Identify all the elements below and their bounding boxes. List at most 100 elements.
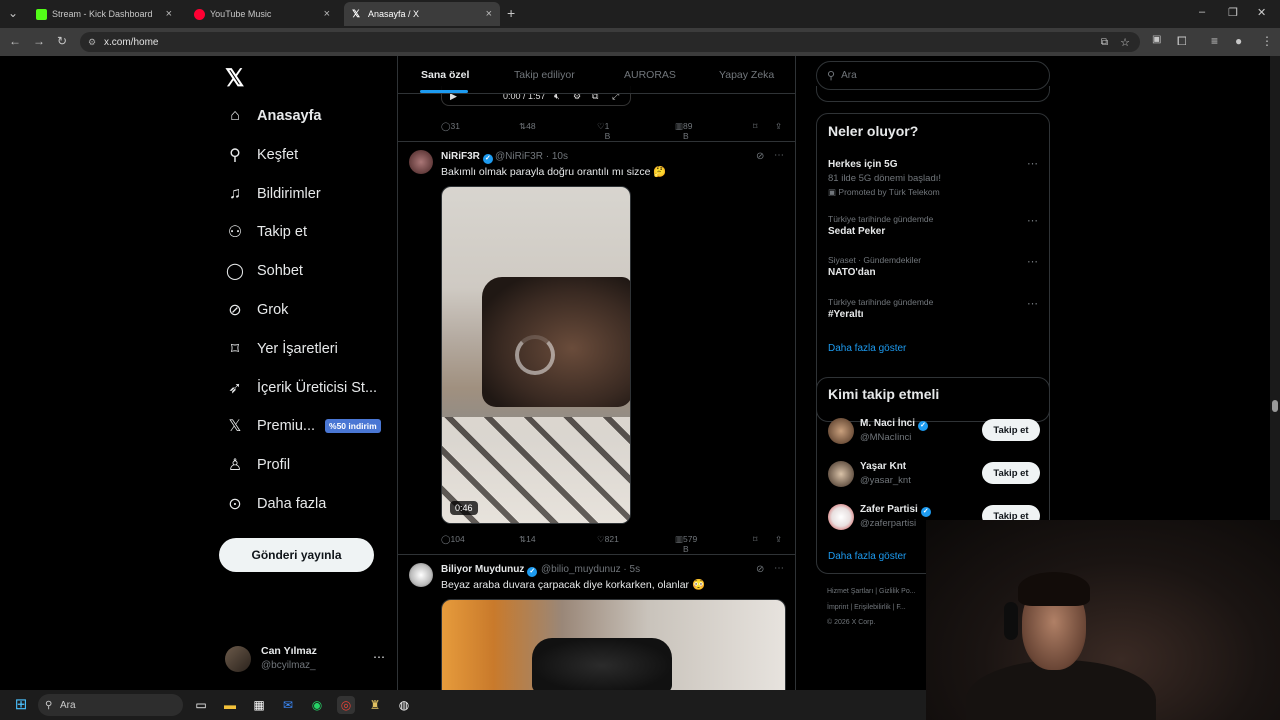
- trend-item[interactable]: Türkiye tarihinde gündemde Sedat Peker ⋯: [828, 214, 1038, 237]
- follow-button[interactable]: Takip et: [982, 419, 1040, 441]
- address-bar[interactable]: ⚙ x.com/home ⧉ ☆: [80, 32, 1140, 52]
- task-view-icon[interactable]: ▭: [192, 696, 210, 714]
- tab-x-home[interactable]: 𝕏 Anasayfa / X ×: [344, 2, 500, 26]
- reply-count: 104: [450, 534, 465, 544]
- tab-auroras[interactable]: AURORAS: [624, 69, 676, 81]
- views-button[interactable]: ▥ 579 B: [675, 534, 697, 554]
- minimize-icon[interactable]: –: [1199, 6, 1205, 18]
- suggestion-name: M. Naci İnci ✓: [860, 418, 929, 431]
- like-button[interactable]: ♡ 821: [597, 534, 619, 545]
- share-icon[interactable]: ⇪: [775, 121, 782, 132]
- profile-avatar-icon[interactable]: ●: [1235, 34, 1242, 48]
- mail-icon[interactable]: ✉: [279, 696, 297, 714]
- footer-links[interactable]: İmprint | Erişilebilirlik | F...: [827, 604, 906, 611]
- extensions-puzzle-icon[interactable]: ⧠: [1177, 34, 1187, 49]
- share-icon[interactable]: ⇪: [775, 534, 782, 545]
- chrome-icon[interactable]: ◎: [337, 696, 355, 714]
- repost-button[interactable]: ⇅ 48: [519, 121, 536, 132]
- nav-grok[interactable]: ⊘ Grok: [225, 295, 288, 325]
- taskbar-search[interactable]: ⚲ Ara: [38, 694, 183, 716]
- tab-kick[interactable]: Stream - Kick Dashboard ×: [28, 2, 180, 26]
- show-more-suggestions-link[interactable]: Daha fazla göster: [828, 551, 906, 562]
- forward-icon[interactable]: →: [33, 34, 45, 48]
- tab-list-icon[interactable]: ⌄: [8, 6, 18, 20]
- nav-notifications[interactable]: ♫ Bildirimler: [225, 179, 321, 209]
- tweet-author-name[interactable]: Biliyor Muydunuz ✓: [441, 564, 538, 577]
- nav-more[interactable]: ⊙ Daha fazla: [225, 489, 326, 519]
- footer-links[interactable]: Hizmet Şartları | Gizlilik Po...: [827, 588, 916, 595]
- site-info-icon[interactable]: ⚙: [88, 37, 96, 48]
- views-button[interactable]: ▥ 89 B: [675, 121, 693, 141]
- tab-youtube-music[interactable]: YouTube Music ×: [186, 2, 338, 26]
- whatsapp-icon[interactable]: ◉: [308, 696, 326, 714]
- trend-item[interactable]: Herkes için 5G 81 ilde 5G dönemi başladı…: [828, 157, 1038, 198]
- reply-button[interactable]: ◯ 104: [441, 534, 465, 545]
- reload-icon[interactable]: ↻: [57, 34, 67, 48]
- more-icon[interactable]: ⋯: [774, 563, 784, 574]
- nav-bookmarks[interactable]: ⌑ Yer İşaretleri: [225, 334, 338, 364]
- windows-start-icon[interactable]: ⊞: [12, 696, 30, 714]
- nav-creator-studio[interactable]: ➶ İçerik Üreticisi St...: [225, 373, 377, 403]
- car-image: [482, 277, 630, 407]
- account-switcher[interactable]: Can Yılmaz @bcyilmaz_ ⋯: [225, 642, 395, 678]
- tab-following[interactable]: Takip ediliyor: [514, 69, 575, 81]
- more-icon[interactable]: ⋯: [1027, 214, 1038, 227]
- avatar[interactable]: [409, 563, 433, 587]
- follow-suggestion[interactable]: M. Naci İnci ✓ @MNacIinci Takip et: [828, 416, 1040, 446]
- app-icon[interactable]: ♜: [366, 696, 384, 714]
- like-button[interactable]: ♡ 1 B: [597, 121, 610, 141]
- close-icon[interactable]: ×: [166, 8, 172, 20]
- tab-for-you[interactable]: Sana özel: [421, 69, 469, 81]
- more-icon[interactable]: ⋯: [1027, 255, 1038, 268]
- repost-button[interactable]: ⇅ 14: [519, 534, 536, 545]
- new-tab-icon[interactable]: +: [507, 5, 515, 21]
- more-icon[interactable]: ⋯: [1027, 157, 1038, 170]
- follow-button[interactable]: Takip et: [982, 462, 1040, 484]
- more-icon[interactable]: ⋯: [1027, 297, 1038, 310]
- tweet-author-handle[interactable]: @NiRiF3R · 10s: [495, 151, 568, 162]
- more-icon[interactable]: ⋯: [373, 650, 385, 664]
- follow-suggestion[interactable]: Yaşar Knt @yasar_knt Takip et: [828, 459, 1040, 489]
- media-control-icon[interactable]: ≡: [1211, 34, 1218, 48]
- close-icon[interactable]: ×: [486, 8, 492, 20]
- trend-item[interactable]: Siyaset · Gündemdekiler NATO'dan ⋯: [828, 255, 1038, 278]
- tab-yapay-zeka[interactable]: Yapay Zeka: [719, 69, 774, 81]
- tweet-video[interactable]: [441, 599, 786, 690]
- file-explorer-icon[interactable]: ▬: [221, 696, 239, 714]
- nav-follow[interactable]: ⚇ Takip et: [225, 217, 307, 247]
- show-more-trends-link[interactable]: Daha fazla göster: [828, 343, 906, 354]
- close-icon[interactable]: ×: [324, 8, 330, 20]
- tweet-author-name[interactable]: NiRiF3R ✓: [441, 151, 493, 164]
- timeline[interactable]: Sana özel Takip ediliyor AURORAS Yapay Z…: [397, 56, 796, 690]
- nav-chat[interactable]: ◯ Sohbet: [225, 256, 303, 286]
- back-icon[interactable]: ←: [9, 34, 21, 48]
- grok-icon[interactable]: ⊘: [756, 151, 764, 162]
- nav-premium[interactable]: 𝕏 Premiu... %50 indirim: [225, 411, 381, 441]
- x-logo-icon[interactable]: 𝕏: [225, 64, 244, 93]
- star-icon[interactable]: ☆: [1120, 36, 1130, 49]
- tweet-author-handle[interactable]: @bilio_muydunuz · 5s: [541, 564, 640, 575]
- store-icon[interactable]: ▦: [250, 696, 268, 714]
- trend-item[interactable]: Türkiye tarihinde gündemde #Yeraltı ⋯: [828, 297, 1038, 320]
- nav-explore[interactable]: ⚲ Keşfet: [225, 140, 298, 170]
- post-button[interactable]: Gönderi yayınla: [219, 538, 374, 572]
- window-close-icon[interactable]: ✕: [1257, 6, 1266, 19]
- more-icon[interactable]: ⋯: [774, 150, 784, 161]
- nav-home[interactable]: ⌂ Anasayfa: [225, 101, 321, 131]
- obs-icon[interactable]: ◍: [395, 696, 413, 714]
- trend-title: Herkes için 5G: [828, 159, 898, 170]
- bookmark-icon[interactable]: ⌑: [753, 121, 757, 132]
- restore-icon[interactable]: ❐: [1228, 6, 1238, 19]
- chrome-menu-icon[interactable]: ⋮: [1261, 34, 1273, 48]
- avatar[interactable]: [409, 150, 433, 174]
- tweet-video[interactable]: 0:46: [441, 186, 631, 524]
- tab-label: Stream - Kick Dashboard: [52, 9, 153, 19]
- grok-icon[interactable]: ⊘: [756, 564, 764, 575]
- name-text: M. Naci İnci: [860, 418, 916, 429]
- nav-profile[interactable]: ♙ Profil: [225, 450, 290, 480]
- scrollbar-thumb[interactable]: [1272, 400, 1278, 412]
- bookmark-icon[interactable]: ⌑: [753, 534, 757, 545]
- reply-button[interactable]: ◯ 31: [441, 121, 460, 132]
- extension-icon[interactable]: ▣: [1152, 34, 1161, 45]
- install-icon[interactable]: ⧉: [1101, 37, 1108, 48]
